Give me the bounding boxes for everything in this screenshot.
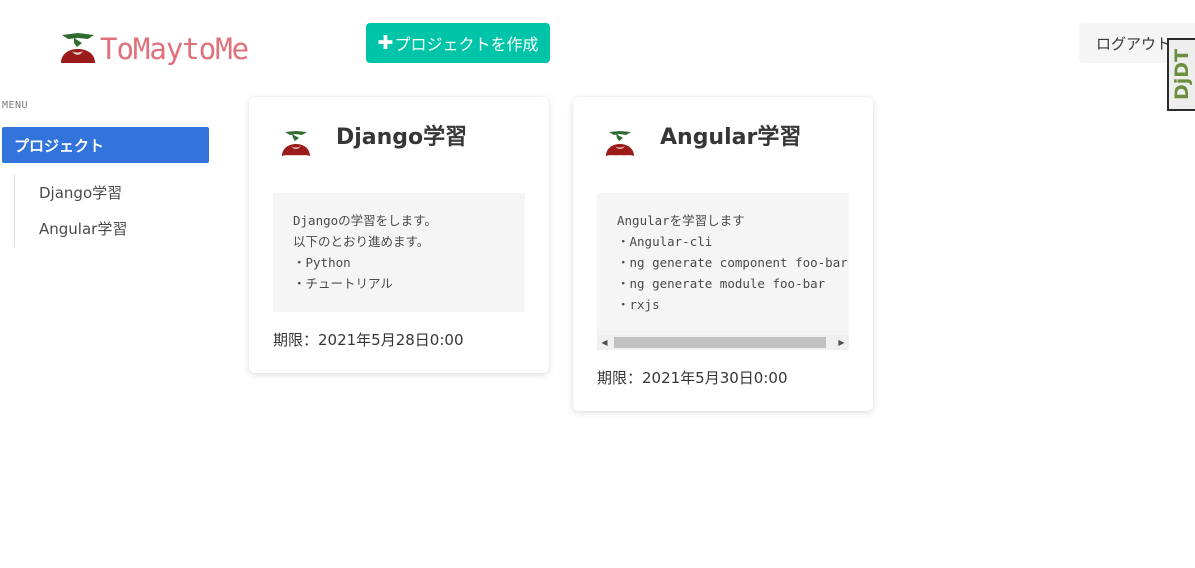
debug-toolbar-handle[interactable]: DjDT [1167, 38, 1195, 111]
project-description: Djangoの学習をします。 以下のとおり進めます。 ・Python ・チュート… [273, 193, 525, 312]
tomato-icon [282, 131, 310, 156]
project-title[interactable]: Angular学習 [660, 119, 801, 151]
scroll-left-icon[interactable]: ◀ [597, 335, 612, 350]
sidebar-item-django[interactable]: Django学習 [39, 175, 127, 211]
scroll-right-icon[interactable]: ▶ [834, 335, 849, 350]
plus-icon: ✚ [377, 31, 394, 54]
tomato-icon [606, 131, 634, 156]
project-description-text: Angularを学習します ・Angular-cli ・ng generate … [617, 213, 848, 312]
tomato-icon [61, 33, 95, 63]
project-card[interactable]: Django学習 Djangoの学習をします。 以下のとおり進めます。 ・Pyt… [249, 97, 549, 373]
horizontal-scrollbar[interactable]: ◀ ▶ [597, 335, 849, 350]
project-title[interactable]: Django学習 [336, 119, 467, 151]
app-logo[interactable]: ToMaytoMe [58, 28, 249, 68]
sidebar-item-angular[interactable]: Angular学習 [39, 211, 127, 247]
project-description: Angularを学習します ・Angular-cli ・ng generate … [597, 193, 849, 350]
project-card[interactable]: Angular学習 Angularを学習します ・Angular-cli ・ng… [573, 97, 873, 411]
project-submenu: Django学習 Angular学習 [14, 175, 127, 247]
project-deadline: 期限：2021年5月30日0:00 [597, 369, 788, 387]
menu-label: MENU [2, 100, 29, 111]
app-logo-text: ToMaytoMe [100, 32, 249, 66]
project-deadline: 期限：2021年5月28日0:00 [273, 331, 464, 349]
create-project-label: プロジェクトを作成 [394, 35, 539, 54]
sidebar-item-projects[interactable]: プロジェクト [2, 127, 209, 163]
scrollbar-thumb[interactable] [614, 337, 826, 348]
create-project-button[interactable]: ✚ プロジェクトを作成 [366, 23, 550, 63]
debug-toolbar-label: DjDT [1171, 48, 1193, 101]
project-description-text: Djangoの学習をします。 以下のとおり進めます。 ・Python ・チュート… [293, 213, 437, 291]
